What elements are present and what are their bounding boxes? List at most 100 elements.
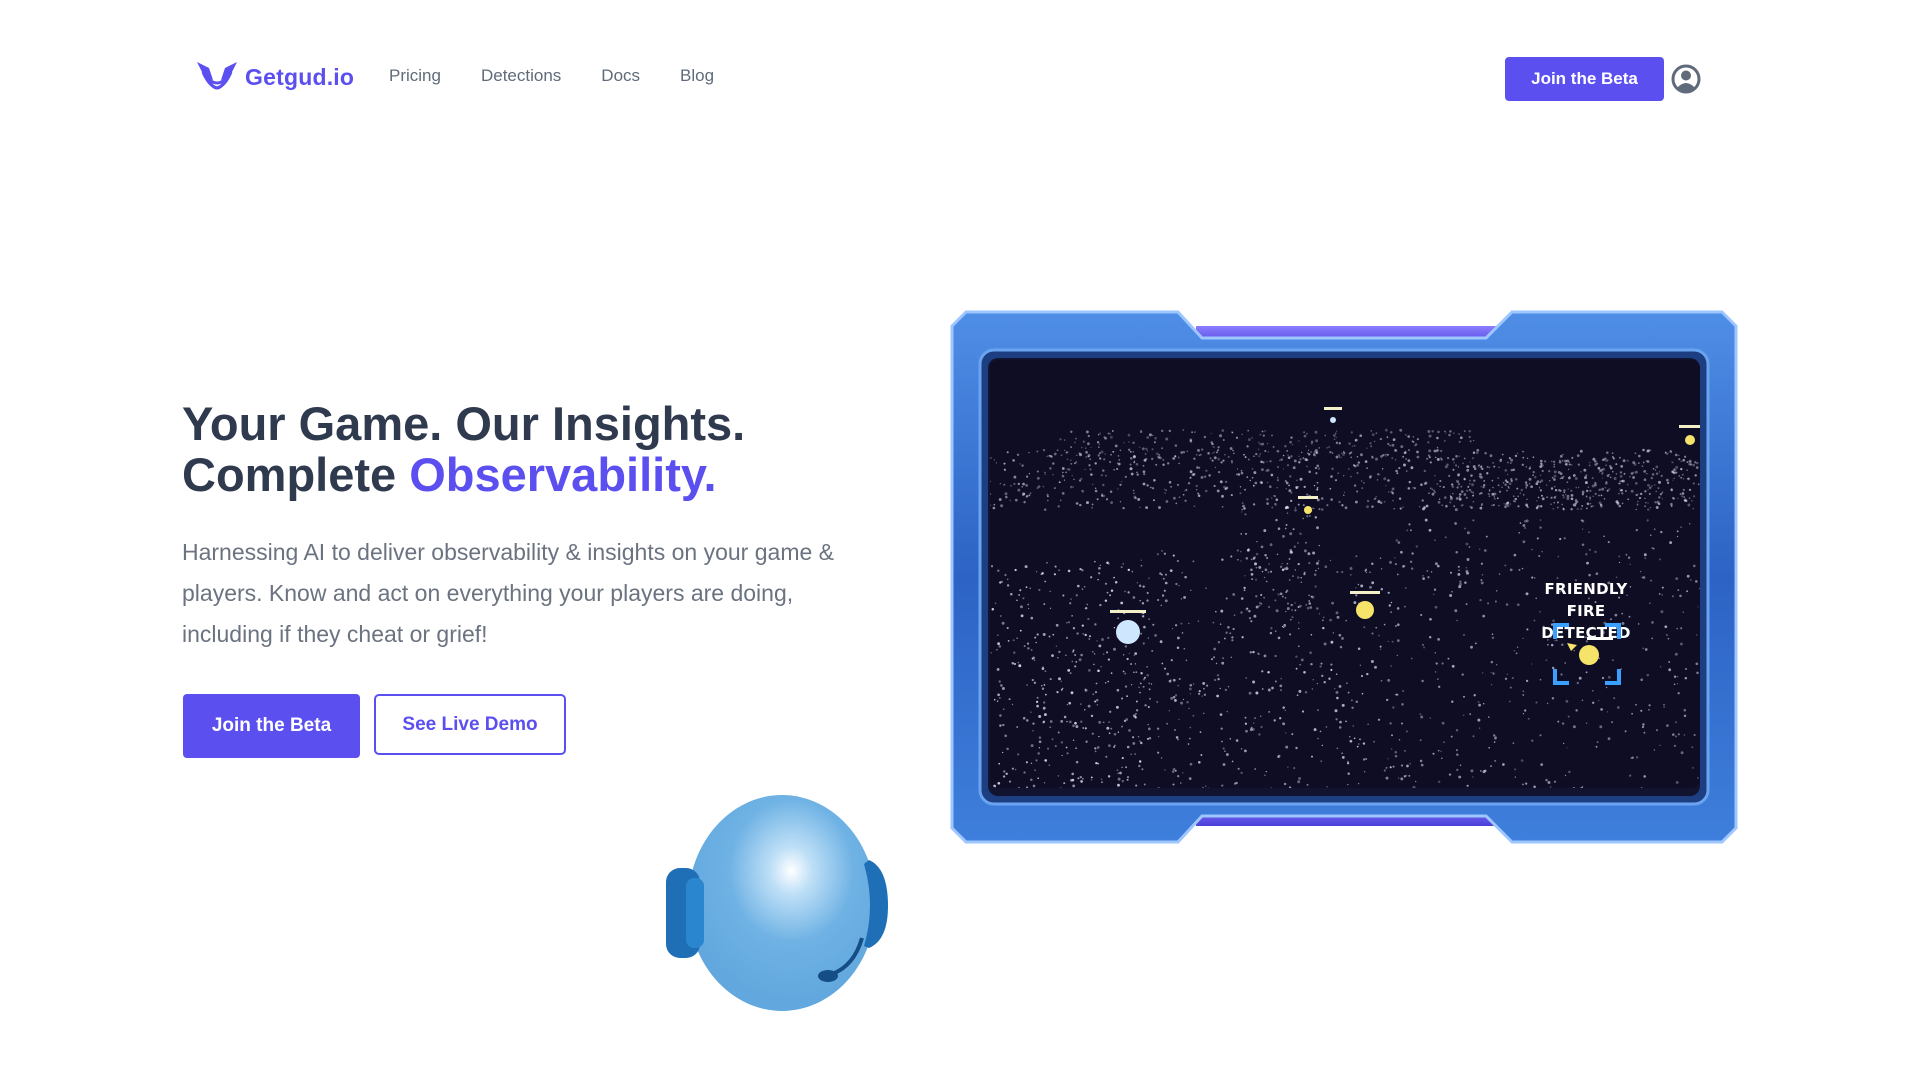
point-cloud-dot [1138,760,1142,763]
point-cloud-dot [1644,648,1648,651]
point-cloud-dot [1468,482,1471,485]
point-cloud-dot [1261,670,1264,673]
point-cloud-dot [1545,484,1548,486]
point-cloud-dot [1400,550,1403,554]
point-cloud-dot [1606,451,1609,454]
point-cloud-dot [1269,543,1273,547]
point-cloud-dot [1697,606,1699,608]
point-cloud-dot [1093,663,1095,666]
join-beta-button[interactable]: Join the Beta [183,694,360,758]
nav-links: Pricing Detections Docs Blog [389,66,714,86]
nav-join-beta-button[interactable]: Join the Beta [1505,57,1664,101]
point-cloud-dot [1290,619,1292,621]
point-cloud-dot [1121,725,1123,728]
point-cloud-dot [1422,644,1424,646]
point-cloud-dot [1671,461,1674,464]
point-cloud-dot [1457,483,1460,486]
point-cloud-dot [1423,469,1426,473]
point-cloud-dot [1120,481,1123,483]
point-cloud-dot [1349,573,1352,576]
point-cloud-dot [1608,488,1611,491]
point-cloud-dot [1601,472,1604,475]
point-cloud-dot [1094,750,1097,753]
point-cloud-dot [1122,670,1125,673]
nav-link-pricing[interactable]: Pricing [389,66,441,86]
point-cloud-dot [1021,486,1023,488]
point-cloud-dot [1670,487,1673,490]
point-cloud-dot [1117,462,1121,466]
point-cloud-dot [993,459,996,461]
point-cloud-dot [1585,507,1588,510]
point-cloud-dot [1102,494,1106,498]
point-cloud-dot [1494,736,1497,739]
point-cloud-dot [1107,562,1110,565]
point-cloud-dot [1057,731,1060,734]
point-cloud-dot [1491,636,1495,640]
point-cloud-dot [1091,503,1094,506]
point-cloud-dot [1698,587,1700,590]
point-cloud-dot [1084,633,1087,637]
nav-link-detections[interactable]: Detections [481,66,561,86]
point-cloud-dot [1673,675,1677,678]
point-cloud-dot [1241,508,1243,511]
point-cloud-dot [1080,780,1083,783]
point-cloud-dot [1188,687,1192,691]
point-cloud-dot [1520,488,1524,492]
point-cloud-dot [1410,567,1414,570]
point-cloud-dot [1441,662,1444,665]
point-cloud-dot [1058,650,1061,654]
point-cloud-dot [1334,688,1336,690]
point-cloud-dot [1304,691,1308,694]
point-cloud-dot [1285,591,1288,594]
point-cloud-dot [1389,444,1391,447]
point-cloud-dot [1276,553,1279,556]
point-cloud-dot [1079,775,1082,779]
nav-link-blog[interactable]: Blog [680,66,714,86]
point-cloud-dot [1563,475,1565,477]
point-cloud-dot [993,784,997,788]
point-cloud-dot [1326,447,1328,449]
nav-link-docs[interactable]: Docs [601,66,640,86]
point-cloud-dot [1634,470,1638,474]
point-cloud-dot [1267,571,1270,574]
point-cloud-dot [1305,541,1307,544]
point-cloud-dot [1139,599,1141,602]
point-cloud-dot [1185,659,1188,662]
see-live-demo-button[interactable]: See Live Demo [374,694,566,755]
point-cloud-dot [1248,616,1252,620]
point-cloud-dot [1383,623,1386,626]
user-circle-icon[interactable] [1671,64,1701,94]
point-cloud-dot [1054,745,1057,748]
point-cloud-dot [1163,667,1167,670]
point-cloud-dot [1303,434,1307,438]
brand-logo-link[interactable]: Getgud.io [195,58,354,96]
point-cloud-dot [1647,488,1649,491]
point-cloud-dot [1678,458,1681,461]
point-cloud-dot [1287,456,1291,460]
point-cloud-dot [1254,481,1258,485]
point-cloud-dot [1075,725,1079,729]
point-cloud-dot [1581,528,1584,530]
point-cloud-dot [1351,699,1353,702]
point-cloud-dot [1454,609,1458,613]
point-cloud-dot [1360,584,1364,588]
point-cloud-dot [1640,787,1643,788]
point-cloud-dot [1321,744,1324,747]
point-cloud-dot [1170,485,1173,488]
point-cloud-dot [1247,548,1250,551]
point-cloud-dot [999,724,1002,727]
point-cloud-dot [1661,492,1663,494]
point-cloud-dot [1421,679,1424,683]
point-cloud-dot [1398,738,1401,741]
point-cloud-dot [1405,587,1407,589]
point-cloud-dot [1395,469,1398,473]
point-cloud-dot [1071,778,1075,782]
point-cloud-dot [1132,489,1135,492]
point-cloud-dot [1465,489,1469,492]
point-cloud-dot [1056,449,1059,452]
point-cloud-dot [1449,495,1452,497]
point-cloud-dot [1511,677,1514,680]
point-cloud-dot [1254,578,1258,581]
point-cloud-dot [1195,484,1198,488]
point-cloud-dot [1273,719,1276,722]
